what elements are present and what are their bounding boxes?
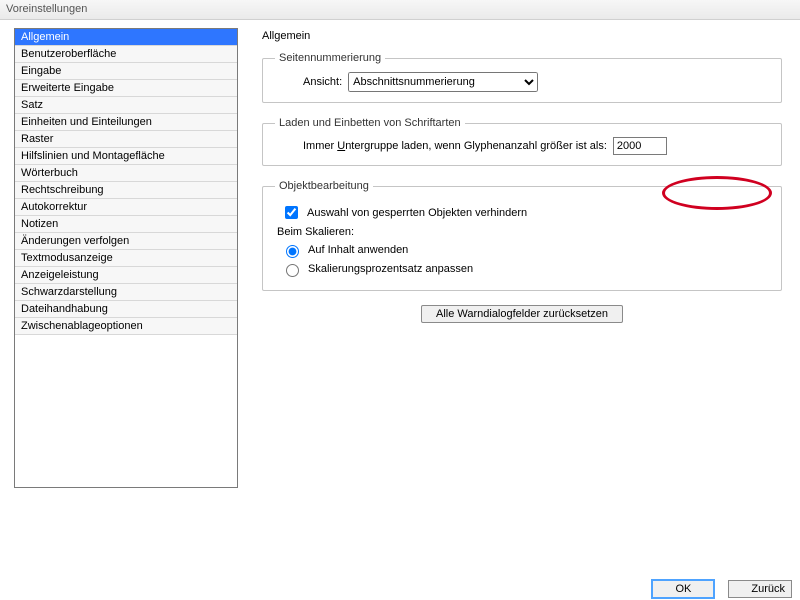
radio-apply-content[interactable] <box>286 245 299 258</box>
sidebar-item[interactable]: Eingabe <box>15 63 237 80</box>
button-reset-warnings[interactable]: Alle Warndialogfelder zurücksetzen <box>421 305 623 323</box>
dialog-footer: OK Zurück <box>652 580 800 600</box>
category-sidebar: AllgemeinBenutzeroberflächeEingabeErweit… <box>14 28 238 488</box>
sidebar-item[interactable]: Notizen <box>15 216 237 233</box>
row-view: Ansicht: Abschnittsnummerierung <box>275 72 769 92</box>
sidebar-item[interactable]: Autokorrektur <box>15 199 237 216</box>
reset-wrap: Alle Warndialogfelder zurücksetzen <box>262 305 782 323</box>
main-panel: Allgemein Seitennummerierung Ansicht: Ab… <box>238 20 800 580</box>
window-title: Voreinstellungen <box>6 3 87 15</box>
sidebar-item[interactable]: Satz <box>15 97 237 114</box>
label-subset: Immer Untergruppe laden, wenn Glyphenanz… <box>303 140 607 152</box>
row-prevent-locked: Auswahl von gesperrten Objekten verhinde… <box>281 203 769 222</box>
input-glyph-threshold[interactable] <box>613 137 667 155</box>
legend-font-loading: Laden und Einbetten von Schriftarten <box>275 117 465 129</box>
sidebar-item[interactable]: Änderungen verfolgen <box>15 233 237 250</box>
sidebar-item[interactable]: Hilfslinien und Montagefläche <box>15 148 237 165</box>
checkbox-prevent-locked[interactable] <box>285 206 298 219</box>
label-view: Ansicht: <box>303 76 342 88</box>
label-adjust-percent[interactable]: Skalierungsprozentsatz anpassen <box>308 263 473 275</box>
sidebar-item[interactable]: Wörterbuch <box>15 165 237 182</box>
button-ok[interactable]: OK <box>652 580 714 598</box>
sidebar-item[interactable]: Benutzeroberfläche <box>15 46 237 63</box>
group-object-editing: Objektbearbeitung Auswahl von gesperrten… <box>262 180 782 291</box>
radio-adjust-percent[interactable] <box>286 264 299 277</box>
sidebar-item[interactable]: Zwischenablageoptionen <box>15 318 237 335</box>
dialog-body: AllgemeinBenutzeroberflächeEingabeErweit… <box>0 20 800 580</box>
row-radio-percent: Skalierungsprozentsatz anpassen <box>281 261 769 277</box>
sidebar-item[interactable]: Textmodusanzeige <box>15 250 237 267</box>
label-scaling: Beim Skalieren: <box>277 226 769 238</box>
sidebar-item[interactable]: Allgemein <box>15 29 237 46</box>
row-subset: Immer Untergruppe laden, wenn Glyphenanz… <box>275 137 769 155</box>
sidebar-item[interactable]: Dateihandhabung <box>15 301 237 318</box>
label-prevent-locked[interactable]: Auswahl von gesperrten Objekten verhinde… <box>307 207 527 219</box>
sidebar-item[interactable]: Erweiterte Eingabe <box>15 80 237 97</box>
page-title: Allgemein <box>262 30 782 42</box>
sidebar-item[interactable]: Einheiten und Einteilungen <box>15 114 237 131</box>
legend-page-numbering: Seitennummerierung <box>275 52 385 64</box>
label-apply-content[interactable]: Auf Inhalt anwenden <box>308 244 408 256</box>
group-font-loading: Laden und Einbetten von Schriftarten Imm… <box>262 117 782 166</box>
row-radio-content: Auf Inhalt anwenden <box>281 242 769 258</box>
sidebar-item[interactable]: Rechtschreibung <box>15 182 237 199</box>
sidebar-item[interactable]: Anzeigeleistung <box>15 267 237 284</box>
sidebar-item[interactable]: Schwarzdarstellung <box>15 284 237 301</box>
sidebar-item[interactable]: Raster <box>15 131 237 148</box>
legend-object-editing: Objektbearbeitung <box>275 180 373 192</box>
select-view[interactable]: Abschnittsnummerierung <box>348 72 538 92</box>
window-titlebar: Voreinstellungen <box>0 0 800 20</box>
group-page-numbering: Seitennummerierung Ansicht: Abschnittsnu… <box>262 52 782 103</box>
button-back[interactable]: Zurück <box>728 580 792 598</box>
